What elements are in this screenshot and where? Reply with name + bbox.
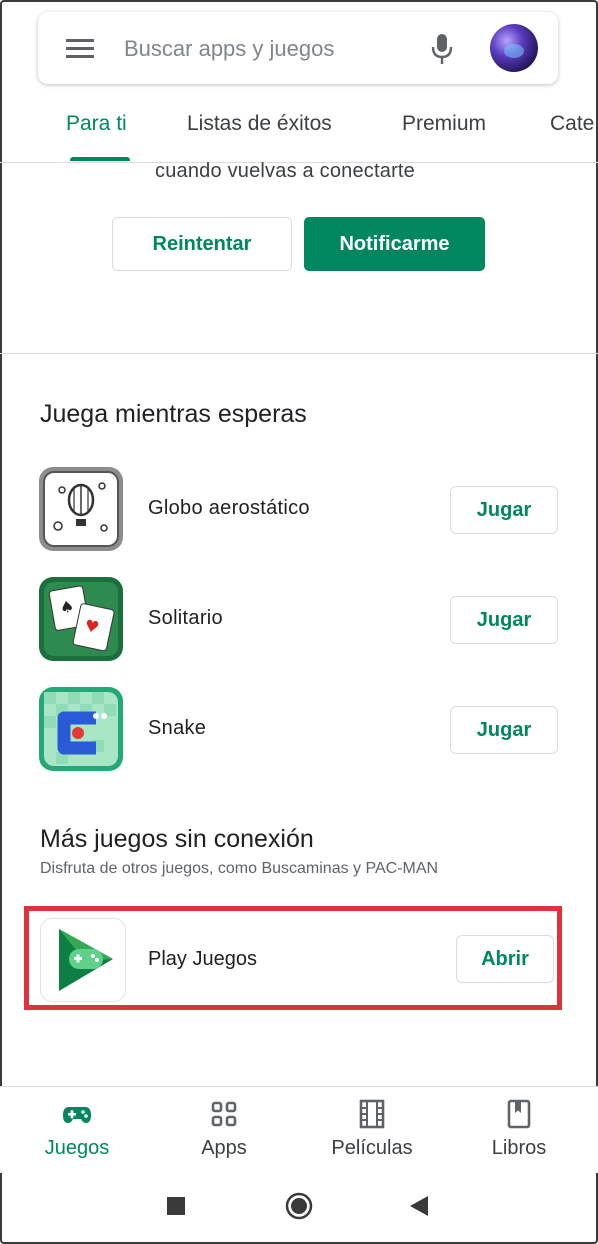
microphone-icon[interactable]	[430, 32, 454, 66]
notify-me-button[interactable]: Notificarme	[304, 217, 485, 271]
bookmark-icon	[507, 1099, 531, 1129]
nav-item-peliculas[interactable]: Películas	[312, 1099, 432, 1160]
section-title-play-while-waiting: Juega mientras esperas	[40, 400, 307, 428]
list-item[interactable]: ♠ ♥ Solitario Jugar	[38, 576, 560, 664]
game-name: Solitario	[148, 607, 223, 629]
active-tab-indicator	[70, 157, 130, 161]
search-input[interactable]	[122, 34, 416, 64]
nav-label: Películas	[331, 1137, 413, 1159]
tab-categorias[interactable]: Cate	[550, 112, 594, 136]
list-item[interactable]: Globo aerostático Jugar	[38, 466, 560, 554]
nav-label: Libros	[491, 1137, 547, 1159]
retry-button[interactable]: Reintentar	[112, 217, 292, 271]
solitaire-cards-icon: ♠ ♥	[39, 577, 123, 661]
top-tabs: Para ti Listas de éxitos Premium Cate	[0, 100, 598, 163]
system-navigation-bar	[0, 1172, 598, 1240]
back-icon[interactable]	[408, 1194, 430, 1218]
nav-item-apps[interactable]: Apps	[164, 1099, 284, 1160]
gamepad-icon	[63, 1107, 91, 1123]
hot-air-balloon-icon	[39, 467, 123, 551]
avatar[interactable]	[490, 24, 538, 72]
recent-apps-icon[interactable]	[166, 1196, 186, 1216]
tab-para-ti[interactable]: Para ti	[66, 112, 127, 136]
nav-item-juegos[interactable]: Juegos	[17, 1099, 137, 1160]
film-icon	[359, 1099, 385, 1129]
offline-message: cuando vuelvas a conectarte	[155, 160, 416, 182]
game-name: Snake	[148, 717, 207, 739]
section-divider	[0, 353, 598, 354]
app-name: Play Juegos	[148, 948, 257, 970]
play-button[interactable]: Jugar	[450, 706, 558, 754]
section-subtitle: Disfruta de otros juegos, como Buscamina…	[40, 860, 439, 877]
hamburger-menu-icon[interactable]	[66, 39, 94, 58]
play-games-icon[interactable]	[40, 918, 126, 1002]
snake-game-icon	[39, 687, 123, 771]
play-button[interactable]: Jugar	[450, 486, 558, 534]
open-button[interactable]: Abrir	[456, 935, 554, 983]
tab-listas-de-exitos[interactable]: Listas de éxitos	[187, 112, 332, 136]
play-button[interactable]: Jugar	[450, 596, 558, 644]
section-title-more-offline-games: Más juegos sin conexión	[40, 825, 314, 853]
nav-label: Juegos	[44, 1137, 110, 1159]
bottom-navigation: Juegos Apps Películas Libros	[0, 1086, 598, 1173]
search-bar[interactable]	[38, 12, 558, 84]
home-icon[interactable]	[285, 1192, 313, 1220]
list-item[interactable]: Snake Jugar	[38, 686, 560, 774]
apps-grid-icon	[211, 1101, 237, 1127]
nav-label: Apps	[201, 1137, 247, 1159]
tab-premium[interactable]: Premium	[402, 112, 486, 136]
nav-item-libros[interactable]: Libros	[459, 1099, 579, 1160]
game-name: Globo aerostático	[148, 497, 310, 519]
